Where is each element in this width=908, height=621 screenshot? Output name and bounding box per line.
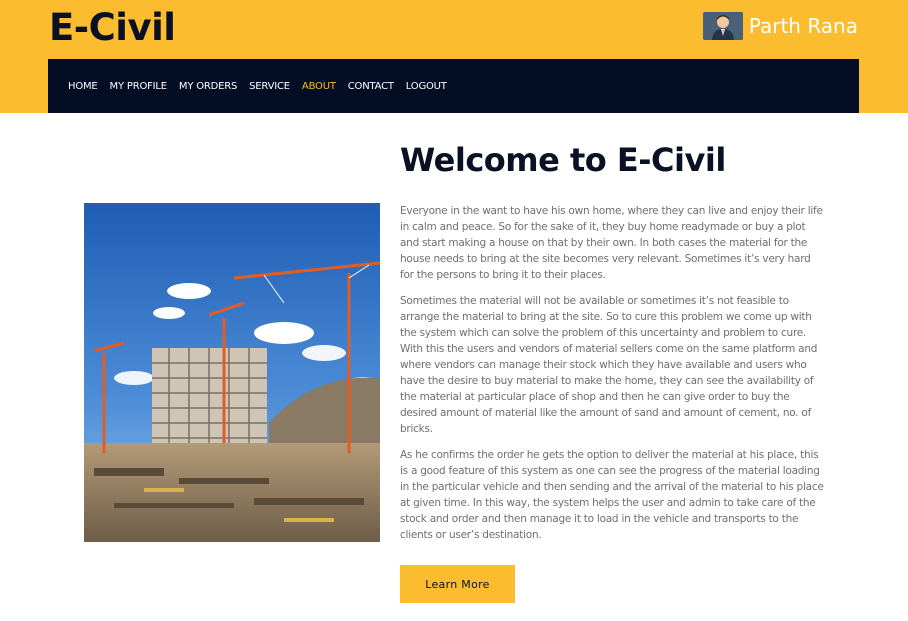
nav-service[interactable]: SERVICE bbox=[249, 81, 290, 92]
about-paragraph: Everyone in the want to have his own hom… bbox=[400, 205, 823, 281]
nav-logout[interactable]: LOGOUT bbox=[406, 81, 447, 92]
main-nav: HOME MY PROFILE MY ORDERS SERVICE ABOUT … bbox=[48, 59, 859, 113]
page-title: Welcome to E-Civil bbox=[400, 141, 726, 179]
about-paragraph: As he confirms the order he gets the opt… bbox=[400, 449, 824, 541]
nav-my-orders[interactable]: MY ORDERS bbox=[179, 81, 237, 92]
about-paragraph: Sometimes the material will not be avail… bbox=[400, 295, 818, 435]
brand-logo[interactable]: E-Civil bbox=[49, 6, 176, 49]
nav-about[interactable]: ABOUT bbox=[302, 81, 336, 92]
site-header: E-Civil Parth Rana HOME MY PROFILE MY OR… bbox=[0, 0, 908, 113]
construction-site-photo bbox=[84, 203, 380, 542]
nav-contact[interactable]: CONTACT bbox=[348, 81, 394, 92]
learn-more-button[interactable]: Learn More bbox=[400, 565, 515, 603]
nav-my-profile[interactable]: MY PROFILE bbox=[110, 81, 168, 92]
about-content: Everyone in the want to have his own hom… bbox=[400, 203, 825, 553]
nav-home[interactable]: HOME bbox=[68, 81, 98, 92]
user-menu[interactable]: Parth Rana bbox=[702, 12, 858, 40]
avatar-icon bbox=[702, 12, 743, 40]
construction-site-image bbox=[84, 203, 380, 542]
user-name[interactable]: Parth Rana bbox=[749, 14, 858, 38]
user-avatar[interactable] bbox=[702, 12, 743, 40]
